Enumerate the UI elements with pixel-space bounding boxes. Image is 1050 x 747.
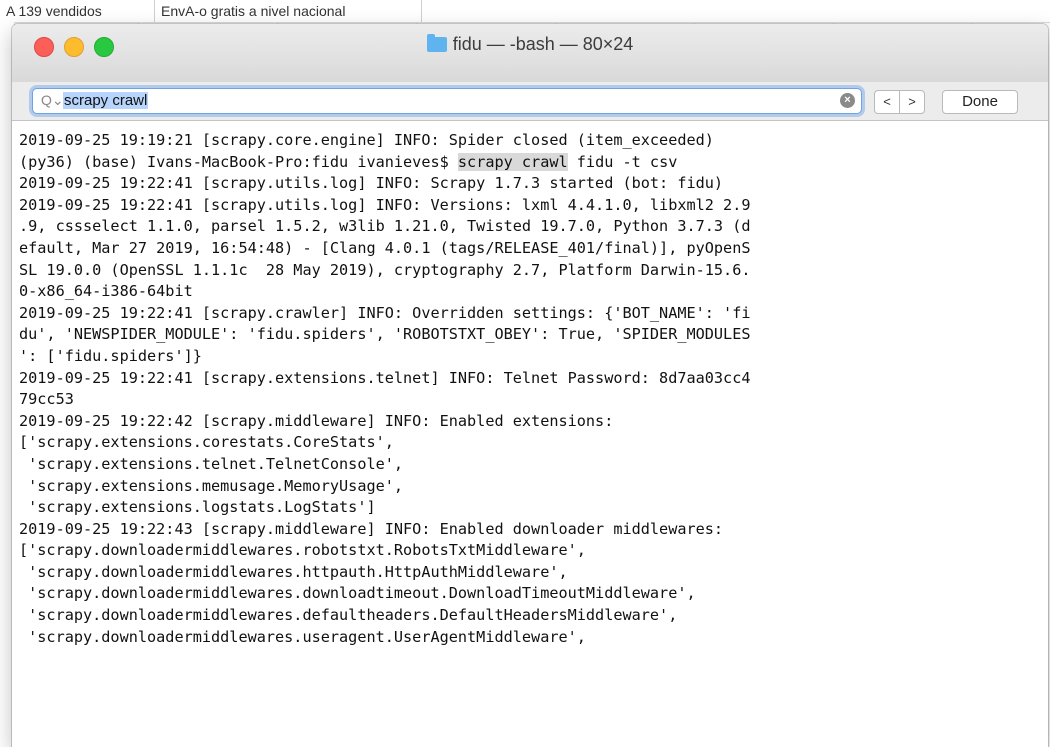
find-navigation: < > bbox=[874, 90, 925, 114]
terminal-line: 2019-09-25 19:22:41 [scrapy.extensions.t… bbox=[19, 368, 751, 387]
terminal-line: du', 'NEWSPIDER_MODULE': 'fidu.spiders',… bbox=[19, 325, 751, 344]
terminal-line: 2019-09-25 19:22:41 [scrapy.utils.log] I… bbox=[19, 195, 751, 214]
background-spreadsheet-row: A 139 vendidos EnvA-o gratis a nivel nac… bbox=[0, 0, 1050, 23]
search-icon: Q⌄ bbox=[41, 92, 64, 108]
terminal-line: 2019-09-25 19:22:41 [scrapy.utils.log] I… bbox=[19, 174, 724, 193]
terminal-line: 2019-09-25 19:22:43 [scrapy.middleware] … bbox=[19, 519, 724, 538]
find-next-button[interactable]: > bbox=[900, 91, 924, 113]
terminal-line: 79cc53 bbox=[19, 390, 74, 409]
search-input[interactable]: scrapy crawl bbox=[63, 92, 149, 109]
folder-icon bbox=[426, 34, 447, 52]
terminal-line: SL 19.0.0 (OpenSSL 1.1.1c 28 May 2019), … bbox=[19, 260, 751, 279]
terminal-output-area[interactable]: 2019-09-25 19:19:21 [scrapy.core.engine]… bbox=[12, 121, 1048, 747]
terminal-line: 'scrapy.downloadermiddlewares.defaulthea… bbox=[19, 606, 678, 625]
done-button[interactable]: Done bbox=[942, 90, 1018, 114]
find-bar: Q⌄ scrapy crawl × < > Done bbox=[12, 82, 1048, 121]
terminal-line: 'scrapy.extensions.logstats.LogStats'] bbox=[19, 498, 376, 517]
background-cell: EnvA-o gratis a nivel nacional bbox=[155, 0, 422, 22]
terminal-line: 2019-09-25 19:22:41 [scrapy.crawler] INF… bbox=[19, 303, 751, 322]
search-match-highlight: scrapy crawl bbox=[457, 152, 568, 171]
clear-search-icon[interactable]: × bbox=[840, 93, 855, 108]
find-previous-button[interactable]: < bbox=[875, 91, 900, 113]
terminal-line: efault, Mar 27 2019, 16:54:48) - [Clang … bbox=[19, 238, 751, 257]
terminal-line: ['scrapy.downloadermiddlewares.robotstxt… bbox=[19, 541, 586, 560]
terminal-line: 'scrapy.downloadermiddlewares.httpauth.H… bbox=[19, 562, 568, 581]
terminal-line: 'scrapy.extensions.memusage.MemoryUsage'… bbox=[19, 476, 404, 495]
terminal-line: .9, cssselect 1.1.0, parsel 1.5.2, w3lib… bbox=[19, 217, 751, 236]
terminal-line: 2019-09-25 19:19:21 [scrapy.core.engine]… bbox=[19, 131, 714, 149]
terminal-line: ': ['fidu.spiders']} bbox=[19, 346, 202, 365]
terminal-line: 'scrapy.extensions.telnet.TelnetConsole'… bbox=[19, 454, 404, 473]
window-title: fidu — -bash — 80×24 bbox=[452, 34, 634, 54]
terminal-line: 2019-09-25 19:22:42 [scrapy.middleware] … bbox=[19, 411, 614, 430]
terminal-window: fidu — -bash — 80×24 Q⌄ scrapy crawl × <… bbox=[12, 24, 1048, 747]
window-title-container: fidu — -bash — 80×24 bbox=[12, 34, 1048, 55]
search-field[interactable]: Q⌄ scrapy crawl × bbox=[32, 88, 862, 114]
terminal-line: 'scrapy.downloadermiddlewares.useragent.… bbox=[19, 627, 586, 646]
terminal-line: ['scrapy.extensions.corestats.CoreStats'… bbox=[19, 433, 394, 452]
terminal-prompt-line: (py36) (base) Ivans-MacBook-Pro:fidu iva… bbox=[19, 152, 678, 171]
terminal-line: 'scrapy.downloadermiddlewares.downloadti… bbox=[19, 584, 696, 603]
terminal-prompt: (py36) (base) Ivans-MacBook-Pro:fidu iva… bbox=[19, 152, 458, 171]
terminal-output: 2019-09-25 19:19:21 [scrapy.core.engine]… bbox=[19, 130, 751, 648]
terminal-command-args: fidu -t csv bbox=[567, 152, 678, 171]
title-bar[interactable]: fidu — -bash — 80×24 bbox=[12, 24, 1048, 83]
terminal-line: 0-x86_64-i386-64bit bbox=[19, 282, 193, 301]
background-cell: A 139 vendidos bbox=[0, 0, 155, 22]
